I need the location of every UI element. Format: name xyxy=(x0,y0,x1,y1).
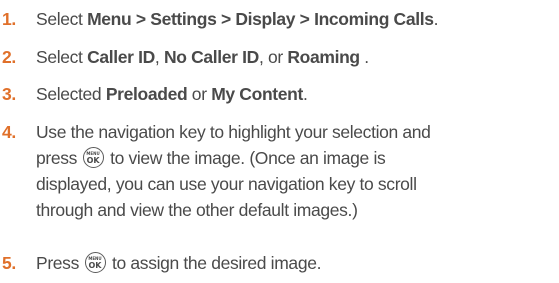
step-text: Selected Preloaded or My Content. xyxy=(36,84,308,104)
step-text: Select Menu > Settings > Display > Incom… xyxy=(36,9,439,29)
step-text: Select Caller ID, No Caller ID, or Roami… xyxy=(36,47,369,67)
step-line: displayed, you can use your navigation k… xyxy=(36,174,417,194)
option-preloaded: Preloaded xyxy=(105,84,188,104)
step-text: Use the navigation key to highlight your… xyxy=(36,119,558,223)
step-number: 1. xyxy=(2,9,16,29)
step-number: 5. xyxy=(2,253,16,273)
step-line: Use the navigation key to highlight your… xyxy=(36,122,431,142)
menu-path: Menu > Settings > Display > Incoming Cal… xyxy=(87,9,434,29)
step-line: through and view the other default image… xyxy=(36,200,358,220)
step-line: press MENU OK to view the image. (Once an… xyxy=(36,147,386,168)
menu-ok-key-icon: MENU OK xyxy=(82,147,104,168)
step-text: Press MENU OK to assign the desired image… xyxy=(36,252,322,273)
option-roaming: Roaming xyxy=(287,47,360,67)
step-number: 4. xyxy=(2,122,16,142)
menu-ok-key-icon: MENU OK xyxy=(84,252,106,273)
option-my-content: My Content xyxy=(211,84,303,104)
step-number: 2. xyxy=(2,47,16,67)
option-no-caller-id: No Caller ID xyxy=(163,47,259,67)
step-number: 3. xyxy=(2,84,16,104)
option-caller-id: Caller ID xyxy=(87,47,155,67)
